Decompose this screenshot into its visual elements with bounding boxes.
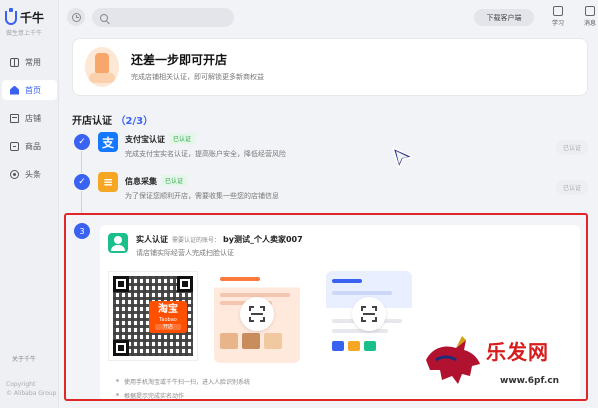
instruction-item: 使用手机淘宝或千牛扫一扫，进入人脸识别系统 — [115, 379, 251, 386]
step-name: 信息采集 — [125, 177, 157, 186]
sidebar-item-headline[interactable]: 头条 — [2, 164, 57, 184]
sidebar: 千牛 做生意上千牛 常用 首页 店铺 商品 头条 关于千牛 Copyright … — [0, 0, 59, 408]
step-alipay-title: 支付宝认证 已认证 — [125, 133, 196, 145]
app-name: 千牛 — [20, 11, 45, 25]
about-link[interactable]: 关于千牛 — [12, 354, 36, 363]
scan-icon — [249, 306, 265, 322]
sidebar-item-label: 首页 — [25, 85, 41, 95]
taobao-logo-icon: 淘宝 Taobao 开店 — [149, 301, 187, 333]
message-label: 消息 — [583, 20, 596, 27]
info-collect-icon: ≡ — [98, 172, 118, 192]
bull-logo-icon — [426, 336, 480, 384]
search-input[interactable] — [113, 14, 223, 21]
watermark-text: 乐发网 — [486, 340, 549, 364]
shop-illustration-icon — [85, 47, 119, 87]
app-logo[interactable]: 千牛 — [5, 7, 45, 26]
face-step-title: 实人认证 需要认证的账号： by测试_个人卖家007 — [136, 234, 303, 245]
progress-paren-close: ） — [143, 116, 154, 127]
sidebar-item-store[interactable]: 店铺 — [2, 108, 57, 128]
download-client-button[interactable]: 下载客户端 — [474, 9, 534, 26]
progress-paren-open: （ — [115, 116, 126, 127]
taobao-logo-sub: 开店 — [155, 324, 181, 330]
headline-icon — [10, 169, 19, 179]
home-icon — [10, 85, 19, 95]
clock-icon — [71, 12, 81, 22]
account-hint: 需要认证的账号： — [172, 237, 221, 244]
step-info-title: 信息采集 已认证 — [125, 175, 188, 187]
message-button[interactable]: 消息 — [580, 6, 598, 27]
goods-icon — [10, 141, 19, 151]
topbar: 下载客户端 学习 消息 — [60, 0, 598, 36]
learn-label: 学习 — [551, 20, 564, 27]
taobao-logo-en: Taobao — [159, 317, 177, 323]
sidebar-item-label: 店铺 — [25, 113, 41, 123]
step-number: 3 — [74, 223, 90, 239]
copyright: Copyright © Alibaba Group — [6, 380, 57, 398]
banner-title: 还差一步即可开店 — [131, 53, 228, 67]
check-icon: ✓ — [74, 174, 90, 190]
face-step-desc: 请店铺实际经营人完成扫脸认证 — [136, 249, 234, 257]
copyright-line: Copyright — [6, 381, 36, 388]
sidebar-item-label: 头条 — [25, 169, 41, 179]
scan-icon — [361, 306, 377, 322]
info-verified-button[interactable]: 已认证 — [556, 180, 588, 195]
watermark: 乐发网 www.6pf.cn — [422, 326, 592, 402]
phone-preview-taobao — [214, 271, 300, 363]
alipay-icon: 支 — [98, 132, 118, 152]
open-store-banner: 还差一步即可开店 完成店铺相关认证，即可解锁更多新商权益 — [72, 38, 588, 96]
store-icon — [10, 113, 19, 123]
scan-overlay — [352, 297, 386, 331]
sidebar-item-label: 常用 — [25, 57, 41, 67]
grid-icon — [10, 57, 19, 67]
section-title-text: 开店认证 — [72, 116, 112, 127]
status-badge: 已认证 — [161, 175, 188, 186]
search-bar[interactable] — [92, 8, 234, 27]
status-badge: 已认证 — [169, 133, 196, 144]
face-id-icon — [108, 233, 128, 253]
instruction-item: 根据提示完成实名动作 — [115, 393, 185, 400]
face-title-text: 实人认证 — [136, 235, 168, 244]
qr-finder — [177, 276, 193, 292]
banner-desc: 完成店铺相关认证，即可解锁更多新商权益 — [131, 73, 264, 81]
sidebar-item-home[interactable]: 首页 — [2, 80, 57, 100]
copyright-line: © Alibaba Group — [6, 390, 57, 397]
message-icon — [585, 6, 595, 16]
learn-button[interactable]: 学习 — [548, 6, 568, 27]
section-progress: 2/3 — [125, 116, 144, 127]
app-slogan: 做生意上千牛 — [6, 30, 43, 37]
step-alipay-desc: 完成支付宝实名认证，提高账户安全，降低经营风险 — [125, 150, 286, 158]
cursor-arrow-icon — [392, 147, 414, 169]
step-info-desc: 为了保证您顺利开店，需要收集一些您的店铺信息 — [125, 192, 279, 200]
phone-preview-qianniu — [326, 271, 412, 363]
taobao-logo-text: 淘宝 — [158, 304, 178, 315]
account-name: by测试_个人卖家007 — [223, 235, 303, 244]
section-title: 开店认证 （2/3） — [72, 112, 153, 127]
alipay-verified-button[interactable]: 已认证 — [556, 140, 588, 155]
qr-finder — [113, 276, 129, 292]
book-icon — [553, 6, 563, 16]
sidebar-item-label: 商品 — [25, 141, 41, 151]
check-icon: ✓ — [74, 134, 90, 150]
qianniu-logo-icon — [5, 7, 17, 25]
sidebar-item-goods[interactable]: 商品 — [2, 136, 57, 156]
step-connector — [81, 151, 82, 173]
sidebar-item-common[interactable]: 常用 — [2, 52, 57, 72]
qr-code[interactable]: 淘宝 Taobao 开店 — [108, 271, 198, 361]
scan-overlay — [240, 297, 274, 331]
step-connector — [81, 191, 82, 213]
step-name: 支付宝认证 — [125, 135, 165, 144]
watermark-url: www.6pf.cn — [500, 376, 560, 386]
search-icon — [100, 13, 108, 22]
qr-finder — [113, 340, 129, 356]
history-button[interactable] — [67, 8, 85, 26]
